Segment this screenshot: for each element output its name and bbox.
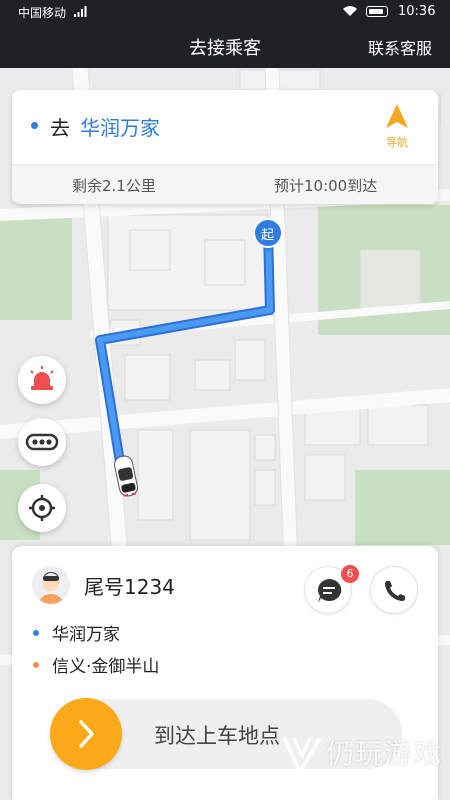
destination-card: 去 华润万家 导航 剩余2.1公里 预计10:00到达 [12,90,438,204]
watermark: 仍玩游戏 Rengwan Games [280,728,450,798]
estimated-arrival: 预计10:00到达 [274,177,378,195]
destination-dot [31,122,38,129]
battery-icon [366,6,388,17]
alarm-icon [30,366,54,390]
watermark-logo-icon [282,736,322,774]
pickup-dot [33,630,39,636]
more-button[interactable] [18,418,66,466]
alarm-button[interactable] [18,356,66,404]
wifi-icon [343,6,357,16]
call-button[interactable] [370,566,418,614]
dropoff-dot [33,662,39,668]
pickup-location: 华润万家 [52,625,120,645]
status-bar: 中国移动 10:36 [0,0,450,24]
top-nav: 去接乘客 联系客服 [0,24,450,68]
dropoff-location: 信义·金御半山 [52,657,160,677]
slider-label: 到达上车地点 [154,724,280,748]
carrier-name: 中国移动 [18,6,67,20]
phone-icon [385,581,405,601]
watermark-text: 仍玩游戏 [326,737,443,770]
message-badge: 6 [341,565,359,583]
destination-prefix: 去 [50,116,70,140]
navigation-label: 导航 [386,136,408,149]
start-marker-label: 起 [261,228,275,243]
remaining-distance: 剩余2.1公里 [72,177,156,195]
more-icon [25,433,59,451]
signal-icon [74,6,87,17]
destination-place: 华润万家 [80,116,160,140]
navigation-arrow-icon [386,104,408,128]
slider-knob[interactable] [50,698,122,770]
locate-icon [29,495,55,521]
status-time: 10:36 [398,4,436,19]
chevron-right-icon [79,720,94,748]
trip-info-bar: 剩余2.1公里 预计10:00到达 [12,164,438,204]
watermark-subtext: Rengwan Games [328,772,413,784]
customer-service-button[interactable]: 联系客服 [368,35,432,59]
avatar-icon [32,566,70,604]
locate-button[interactable] [18,484,66,532]
navigation-button[interactable]: 导航 [377,102,417,154]
passenger-tail-number: 尾号1234 [84,575,175,599]
